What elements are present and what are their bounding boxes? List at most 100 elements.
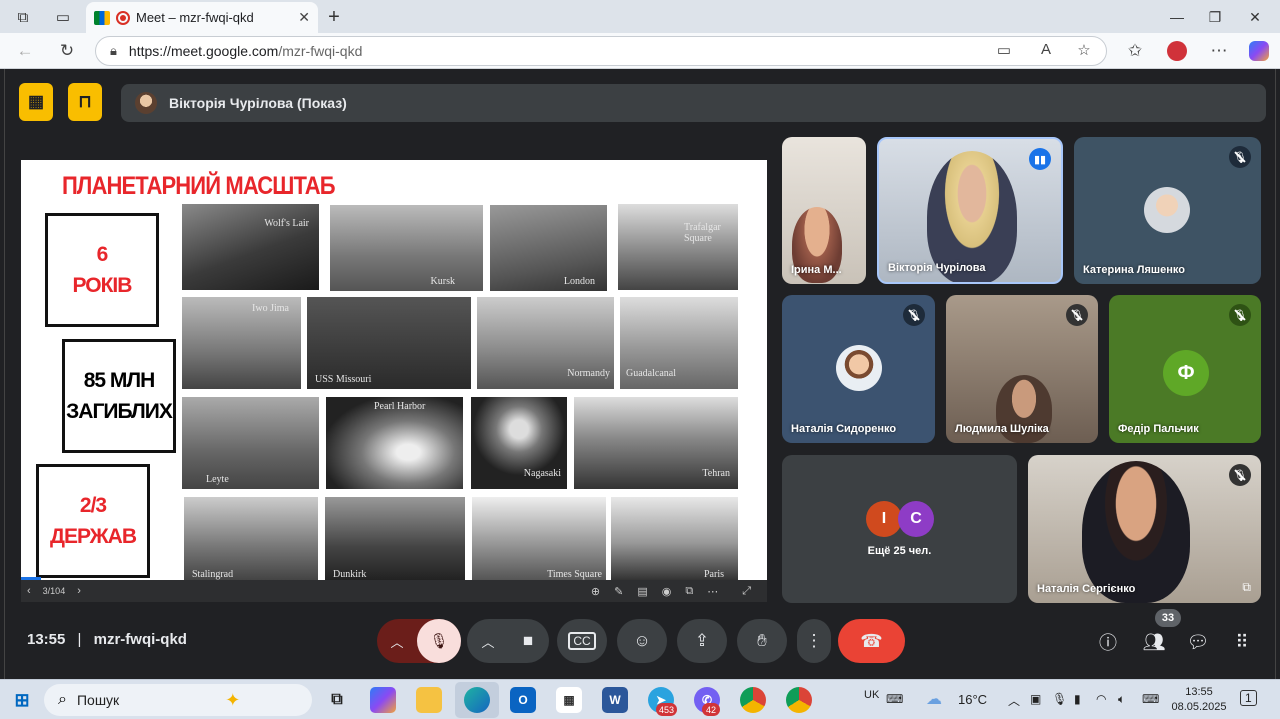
meet-favicon-icon xyxy=(94,10,110,25)
photo-caption: Pearl Harbor xyxy=(374,401,426,412)
address-bar: ← ↻ 🔒︎ https://meet.google.com/mzr-fwqi-… xyxy=(0,33,1280,69)
tray-app-icon[interactable]: ▣ xyxy=(1030,692,1041,706)
raise-hand-button[interactable]: ✋︎ xyxy=(737,619,787,663)
outlook-icon[interactable]: O xyxy=(510,687,536,713)
favorite-star-icon[interactable]: ☆ xyxy=(1074,41,1094,59)
participant-tile[interactable]: 🎙︎ ⧉ Наталія Сергієнко xyxy=(1028,455,1261,603)
store-icon[interactable]: ▦ xyxy=(556,687,582,713)
reload-icon[interactable]: ↻ xyxy=(56,40,78,62)
pen-icon[interactable]: ✎ xyxy=(608,585,629,598)
keyboard-icon[interactable]: ⌨ xyxy=(886,692,903,706)
language-indicator[interactable]: UK xyxy=(864,689,879,701)
weather-temp[interactable]: 16°C xyxy=(958,692,987,707)
participant-tile[interactable]: Ф 🎙︎ Федір Пальчик xyxy=(1109,295,1261,443)
camera-toggle-button[interactable]: ■ xyxy=(508,631,548,651)
stat-label: ЗАГИБЛИХ xyxy=(66,400,173,423)
more-options-icon[interactable]: ⋯ xyxy=(701,585,724,598)
maximize-icon[interactable]: ❐ xyxy=(1200,6,1230,28)
start-icon[interactable]: ⊞ xyxy=(9,687,35,713)
chrome-icon[interactable] xyxy=(740,687,766,713)
end-call-button[interactable]: ☎︎ xyxy=(838,619,905,663)
tray-chevron-icon[interactable]: ︿ xyxy=(1008,692,1020,709)
slide-photo: London xyxy=(490,205,607,291)
slide-photo: Times Square xyxy=(472,497,606,580)
slides-view-icon[interactable]: ⧉ xyxy=(679,585,699,598)
keyboard-layout-icon[interactable]: ⌨ xyxy=(1142,692,1159,706)
camera-permission-icon[interactable]: ▭ xyxy=(994,41,1014,59)
participant-tile[interactable]: Ірина М... xyxy=(782,137,866,284)
tab-close-icon[interactable]: ✕ xyxy=(298,9,310,26)
next-slide-icon[interactable]: › xyxy=(71,585,87,597)
new-tab-icon[interactable]: + xyxy=(323,6,345,28)
people-icon[interactable]: 👥︎ xyxy=(1139,627,1169,657)
chat-icon[interactable]: 💬︎ xyxy=(1183,627,1213,657)
participant-video xyxy=(1082,461,1190,603)
mic-off-icon: 🎙︎ xyxy=(1229,464,1251,486)
favorites-icon[interactable]: ✩ xyxy=(1124,40,1146,62)
menu-dots-icon[interactable]: ⋯ xyxy=(1208,40,1230,62)
search-label: Пошук xyxy=(76,692,120,708)
subtitles-icon[interactable]: ▤ xyxy=(631,585,653,598)
file-explorer-icon[interactable] xyxy=(416,687,442,713)
word-icon[interactable]: W xyxy=(602,687,628,713)
participant-tile-speaking[interactable]: ▮▮ Вікторія Чурілова xyxy=(877,137,1063,284)
wifi-icon[interactable]: ◠ xyxy=(1096,692,1106,706)
photo-caption: Trafalgar Square xyxy=(684,222,721,244)
clock[interactable]: 13:55 08.05.2025 xyxy=(1170,685,1228,715)
window-close-icon[interactable]: ✕ xyxy=(1240,6,1270,28)
others-tile[interactable]: I C Ещё 25 чел. xyxy=(782,455,1017,603)
zoom-icon[interactable]: ⊕ xyxy=(585,585,606,598)
participant-tile[interactable]: 🎙︎ Людмила Шуліка xyxy=(946,295,1098,443)
url-path: /mzr-fwqi-qkd xyxy=(278,43,363,59)
tab-actions-icon[interactable]: ▭ xyxy=(52,6,74,28)
notification-count[interactable]: 1 xyxy=(1240,690,1257,706)
participant-name: Ірина М... xyxy=(791,264,842,276)
search-highlight-icon: ✦ xyxy=(225,689,241,710)
weather-cloud-icon[interactable]: ☁ xyxy=(926,689,942,709)
chrome-profile-icon[interactable] xyxy=(786,687,812,713)
minimize-icon[interactable]: — xyxy=(1162,6,1192,28)
workspaces-icon[interactable]: ⧉ xyxy=(12,6,34,28)
meeting-details-icon[interactable]: ⓘ xyxy=(1093,627,1123,657)
participant-tile[interactable]: 🎙︎ Катерина Ляшенко xyxy=(1074,137,1261,284)
taskbar-search[interactable]: ⌕ Пошук ✦ xyxy=(44,684,312,716)
participant-avatar xyxy=(1144,187,1190,233)
browser-tab[interactable]: Meet – mzr-fwqi-qkd ✕ xyxy=(86,2,318,33)
read-aloud-icon[interactable]: A xyxy=(1036,41,1056,58)
stat-value: 2/3 xyxy=(79,494,107,517)
participant-tile[interactable]: 🎙︎ Наталія Сидоренко xyxy=(782,295,935,443)
layout-icon[interactable]: ⊓ xyxy=(68,83,102,121)
photo-caption: Normandy xyxy=(567,368,610,379)
volume-icon[interactable]: 🔈︎ xyxy=(1118,692,1125,707)
photo-caption: Stalingrad xyxy=(192,569,234,580)
more-options-button[interactable]: ⋮ xyxy=(797,619,831,663)
edge-app-icon[interactable] xyxy=(464,687,490,713)
activities-icon[interactable]: ⠿ xyxy=(1227,627,1257,657)
participant-name: Вікторія Чурілова xyxy=(888,262,986,274)
profile-avatar-icon[interactable] xyxy=(1166,40,1188,62)
battery-icon[interactable]: ▮ xyxy=(1074,692,1081,706)
url-host: https://meet.google.com xyxy=(128,43,279,59)
tab-title: Meet – mzr-fwqi-qkd xyxy=(136,10,254,25)
stop-presenting-icon[interactable]: ▦ xyxy=(19,83,53,121)
pip-icon[interactable]: ⧉ xyxy=(1242,580,1251,595)
mic-toggle-button[interactable]: 🎙︎ xyxy=(417,619,461,663)
meeting-time: 13:55 xyxy=(27,631,66,648)
back-icon[interactable]: ← xyxy=(14,40,36,62)
camera-options-chevron-icon[interactable]: ︿ xyxy=(468,632,508,651)
mic-options-chevron-icon[interactable]: ︿ xyxy=(377,632,417,651)
url-field[interactable]: 🔒︎ https://meet.google.com/mzr-fwqi-qkd … xyxy=(95,36,1107,66)
captions-button[interactable]: CC xyxy=(557,619,607,663)
present-button[interactable]: ⇪ xyxy=(677,619,727,663)
more-vert-icon: ⋮ xyxy=(805,631,823,650)
task-view-icon[interactable]: ⧉ xyxy=(324,687,350,713)
participant-name: Федір Пальчик xyxy=(1118,423,1199,435)
copilot-app-icon[interactable] xyxy=(370,687,396,713)
audio-icon[interactable]: ◉ xyxy=(656,585,678,598)
tray-mic-icon[interactable]: 🎙︎ xyxy=(1052,692,1067,706)
fullscreen-icon[interactable]: ⤢ xyxy=(736,585,757,598)
prev-slide-icon[interactable]: ‹ xyxy=(21,585,37,597)
reactions-button[interactable]: ☺ xyxy=(617,619,667,663)
copilot-icon[interactable] xyxy=(1248,40,1270,62)
photo-caption: Iwo Jima xyxy=(252,303,289,314)
